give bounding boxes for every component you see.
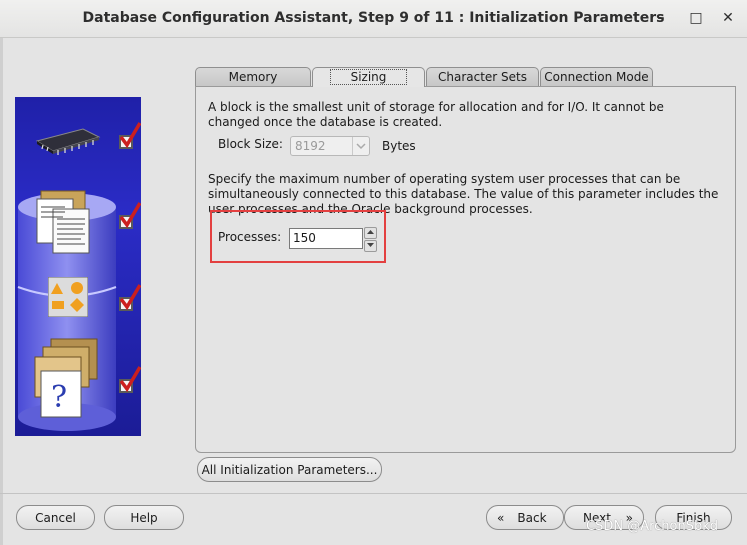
back-button[interactable]: « Back: [486, 505, 564, 530]
tab-character-sets[interactable]: Character Sets: [426, 67, 539, 86]
minimize-icon[interactable]: –: [651, 8, 671, 28]
separator: [0, 493, 747, 494]
block-size-select: 8192: [290, 136, 370, 156]
documents-icon: [36, 190, 90, 254]
block-size-value: 8192: [295, 139, 326, 153]
spin-up-icon[interactable]: [364, 227, 377, 239]
watermark: CSDN @ArchonSbkd: [586, 519, 719, 534]
help-button[interactable]: Help: [104, 505, 184, 530]
window-title: Database Configuration Assistant, Step 9…: [82, 10, 665, 26]
spin-down-icon[interactable]: [364, 240, 377, 252]
shapes-icon: [48, 277, 88, 317]
tab-connection-mode[interactable]: Connection Mode: [540, 67, 653, 86]
processes-label: Processes:: [218, 230, 282, 244]
back-chevron-icon: «: [497, 511, 505, 525]
tab-sizing[interactable]: Sizing: [312, 67, 425, 87]
processes-input[interactable]: 150: [289, 228, 363, 249]
tab-memory[interactable]: Memory: [195, 67, 311, 86]
processes-stepper[interactable]: [364, 227, 377, 252]
checkmark-icon: [119, 366, 141, 393]
wizard-image-panel: ?: [15, 97, 141, 436]
cancel-button[interactable]: Cancel: [16, 505, 95, 530]
svg-text:?: ?: [51, 380, 67, 415]
chevron-down-icon: [352, 137, 369, 155]
block-size-label: Block Size:: [218, 137, 283, 151]
window-left-edge: [0, 38, 3, 545]
all-init-params-button[interactable]: All Initialization Parameters...: [197, 457, 382, 482]
close-icon[interactable]: ✕: [718, 8, 738, 28]
chip-icon: [35, 128, 101, 155]
maximize-icon[interactable]: □: [686, 8, 706, 28]
back-label: Back: [517, 511, 547, 525]
folders-question-icon: ?: [34, 338, 98, 418]
checkmark-icon: [119, 202, 141, 229]
checkmark-icon: [119, 122, 141, 149]
tab-sizing-label: Sizing: [329, 69, 408, 85]
title-bar: Database Configuration Assistant, Step 9…: [0, 0, 747, 38]
block-size-unit: Bytes: [382, 139, 416, 153]
block-description: A block is the smallest unit of storage …: [208, 100, 664, 129]
checkmark-icon: [119, 284, 141, 311]
